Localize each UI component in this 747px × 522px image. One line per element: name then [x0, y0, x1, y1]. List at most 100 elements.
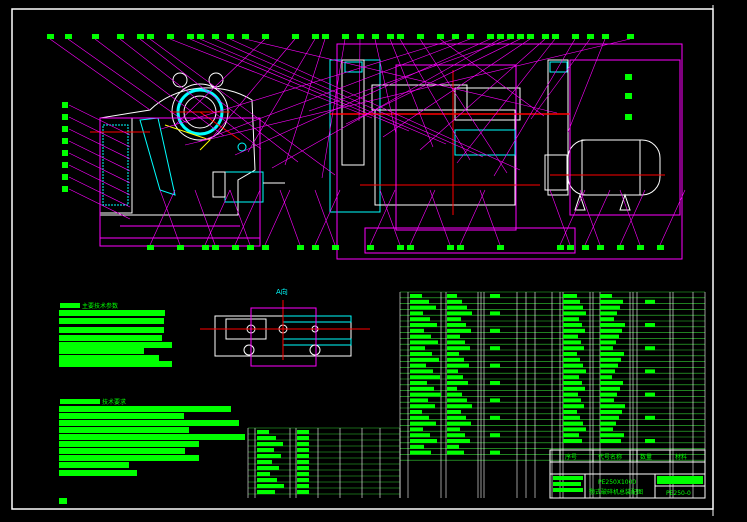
cell-name — [563, 334, 578, 339]
cell-code — [447, 323, 466, 327]
balloon — [357, 34, 364, 39]
cell-qty — [490, 346, 500, 351]
balloon — [602, 34, 609, 39]
cell-qty — [490, 381, 500, 385]
title-name: 颚式破碎机总装配图 — [589, 488, 643, 496]
cell-code — [447, 328, 471, 333]
side-view — [90, 72, 285, 247]
cell-name — [563, 323, 582, 327]
cell-code — [600, 439, 621, 443]
leader-line — [314, 189, 336, 246]
cell-name — [563, 381, 582, 385]
cell-material — [645, 439, 655, 443]
cell-name — [410, 305, 436, 310]
cell-code — [447, 444, 459, 449]
balloon — [65, 34, 72, 39]
cell-name — [410, 427, 423, 432]
cell-code — [297, 442, 309, 446]
cell-code — [447, 311, 472, 316]
balloon — [527, 34, 534, 39]
cell-name — [410, 439, 437, 443]
cell-name — [257, 430, 269, 434]
cell-name — [563, 294, 577, 298]
cell-code — [600, 369, 615, 374]
cell-name — [410, 398, 428, 403]
cell-code — [600, 305, 620, 310]
balloon — [397, 34, 404, 39]
cell-name — [563, 363, 583, 368]
balloon — [367, 245, 374, 250]
cell-name — [410, 369, 433, 374]
cell-code — [447, 439, 470, 443]
tech-params-block — [59, 303, 172, 367]
balloon — [497, 245, 504, 250]
balloon — [617, 245, 624, 250]
leader-line — [419, 38, 508, 174]
leader-line — [619, 189, 641, 246]
cell-code — [447, 299, 462, 304]
cell-name — [410, 450, 431, 455]
balloon — [202, 245, 209, 250]
balloon — [447, 245, 454, 250]
cell-code — [600, 363, 618, 368]
cell-code — [297, 436, 309, 440]
cell-name — [563, 305, 583, 310]
cell-material — [645, 415, 655, 420]
leader-line — [579, 189, 601, 246]
balloon — [147, 34, 154, 39]
cell-name — [563, 439, 582, 443]
balloon — [62, 102, 68, 108]
cell-material — [645, 323, 655, 327]
leader-line — [419, 38, 546, 151]
cell-code — [447, 305, 467, 310]
cell-name — [563, 392, 578, 397]
cell-name — [410, 323, 437, 327]
cell-name — [563, 340, 581, 345]
leader-line — [314, 189, 341, 246]
leader-line — [244, 38, 558, 114]
balloon — [197, 34, 204, 39]
cell-code — [600, 317, 614, 322]
cell-name — [410, 421, 436, 426]
leader-line — [49, 38, 151, 111]
cell-name — [257, 460, 272, 464]
balloon — [582, 245, 589, 250]
balloon — [452, 34, 459, 39]
balloon — [262, 245, 269, 250]
cell-material — [645, 299, 655, 304]
cell-qty — [490, 433, 500, 438]
balloon — [657, 245, 664, 250]
cell-code — [600, 352, 624, 356]
tech-requirements-block — [59, 399, 245, 504]
cell-name — [257, 478, 277, 482]
balloon — [47, 34, 54, 39]
cell-name — [257, 454, 281, 458]
cell-material — [645, 346, 655, 351]
cell-name — [410, 357, 439, 362]
balloon — [92, 34, 99, 39]
cell-name — [410, 444, 424, 449]
leader-line — [67, 38, 188, 124]
cell-qty — [490, 294, 500, 298]
cell-code — [600, 381, 623, 385]
cell-code — [447, 334, 460, 339]
leader-line — [530, 38, 591, 120]
cell-name — [257, 448, 274, 452]
cell-code — [447, 294, 457, 298]
leader-line — [271, 38, 501, 169]
leader-line — [234, 189, 261, 246]
cell-name — [257, 436, 276, 440]
view-label: A向 — [276, 287, 288, 296]
balloon — [417, 34, 424, 39]
cell-code — [447, 386, 457, 391]
leader-line — [584, 189, 611, 246]
balloon — [627, 34, 634, 39]
cell-name — [410, 328, 424, 333]
leader-line — [264, 189, 291, 246]
cell-qty — [490, 398, 500, 403]
cell-name — [257, 466, 279, 470]
cell-code — [600, 340, 616, 345]
cell-name — [257, 472, 270, 476]
cell-name — [410, 299, 429, 304]
cell-code — [600, 392, 617, 397]
